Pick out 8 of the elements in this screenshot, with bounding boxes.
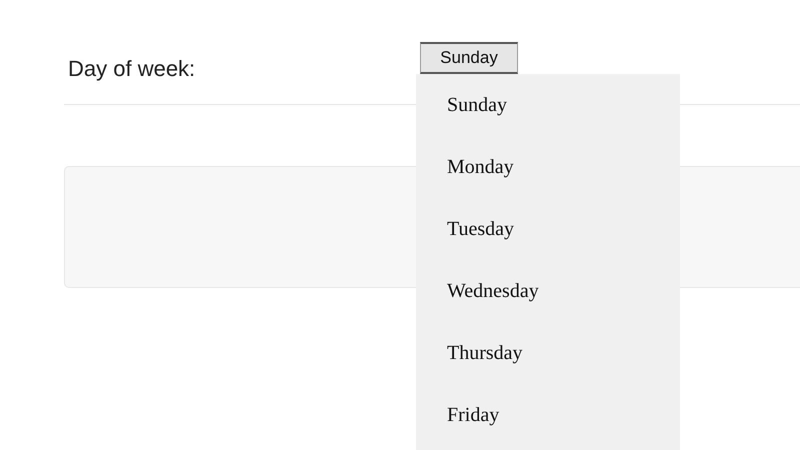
dropdown-option[interactable]: Wednesday [416, 276, 539, 338]
dropdown-option[interactable]: Friday [416, 400, 500, 450]
dropdown-option[interactable]: Monday [416, 152, 514, 214]
field-label: Day of week: [68, 56, 196, 82]
dropdown-option[interactable]: Sunday [416, 90, 507, 152]
dropdown-option[interactable]: Thursday [416, 338, 523, 400]
dropdown-option[interactable]: Tuesday [416, 214, 514, 276]
day-select[interactable]: Sunday [420, 42, 518, 74]
